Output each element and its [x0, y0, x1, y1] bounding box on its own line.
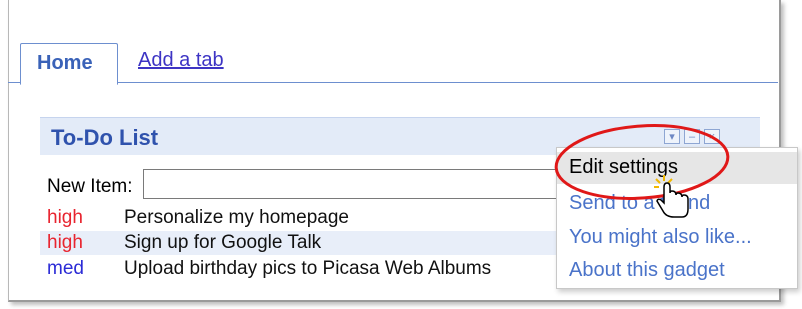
priority-label: high — [47, 232, 83, 253]
todo-item[interactable]: med Upload birthday pics to Picasa Web A… — [40, 257, 560, 281]
task-text: Personalize my homepage — [124, 207, 349, 228]
add-tab-link[interactable]: Add a tab — [138, 49, 224, 72]
dropdown-icon[interactable]: ▾ — [664, 129, 680, 144]
tab-home-label: Home — [37, 52, 93, 74]
tab-bar-line — [8, 82, 778, 83]
menu-item-about-gadget[interactable]: About this gadget — [557, 255, 797, 287]
todo-item[interactable]: high Personalize my homepage — [40, 206, 560, 230]
task-text: Sign up for Google Talk — [124, 232, 322, 253]
priority-label: high — [47, 207, 83, 228]
close-icon[interactable]: × — [704, 129, 720, 144]
tab-home[interactable]: Home — [20, 43, 118, 85]
gadget-title: To-Do List — [51, 125, 159, 150]
todo-item[interactable]: high Sign up for Google Talk — [40, 231, 560, 255]
new-item-input[interactable] — [143, 169, 563, 199]
menu-item-label: About this gadget — [569, 259, 725, 281]
menu-item-label: You might also like... — [569, 226, 752, 248]
hand-cursor-icon — [654, 175, 689, 218]
new-item-label: New Item: — [47, 176, 133, 197]
task-text: Upload birthday pics to Picasa Web Album… — [124, 258, 492, 279]
menu-item-you-might-also-like[interactable]: You might also like... — [557, 222, 797, 254]
minimize-icon[interactable]: – — [684, 129, 700, 144]
priority-label: med — [47, 258, 84, 279]
